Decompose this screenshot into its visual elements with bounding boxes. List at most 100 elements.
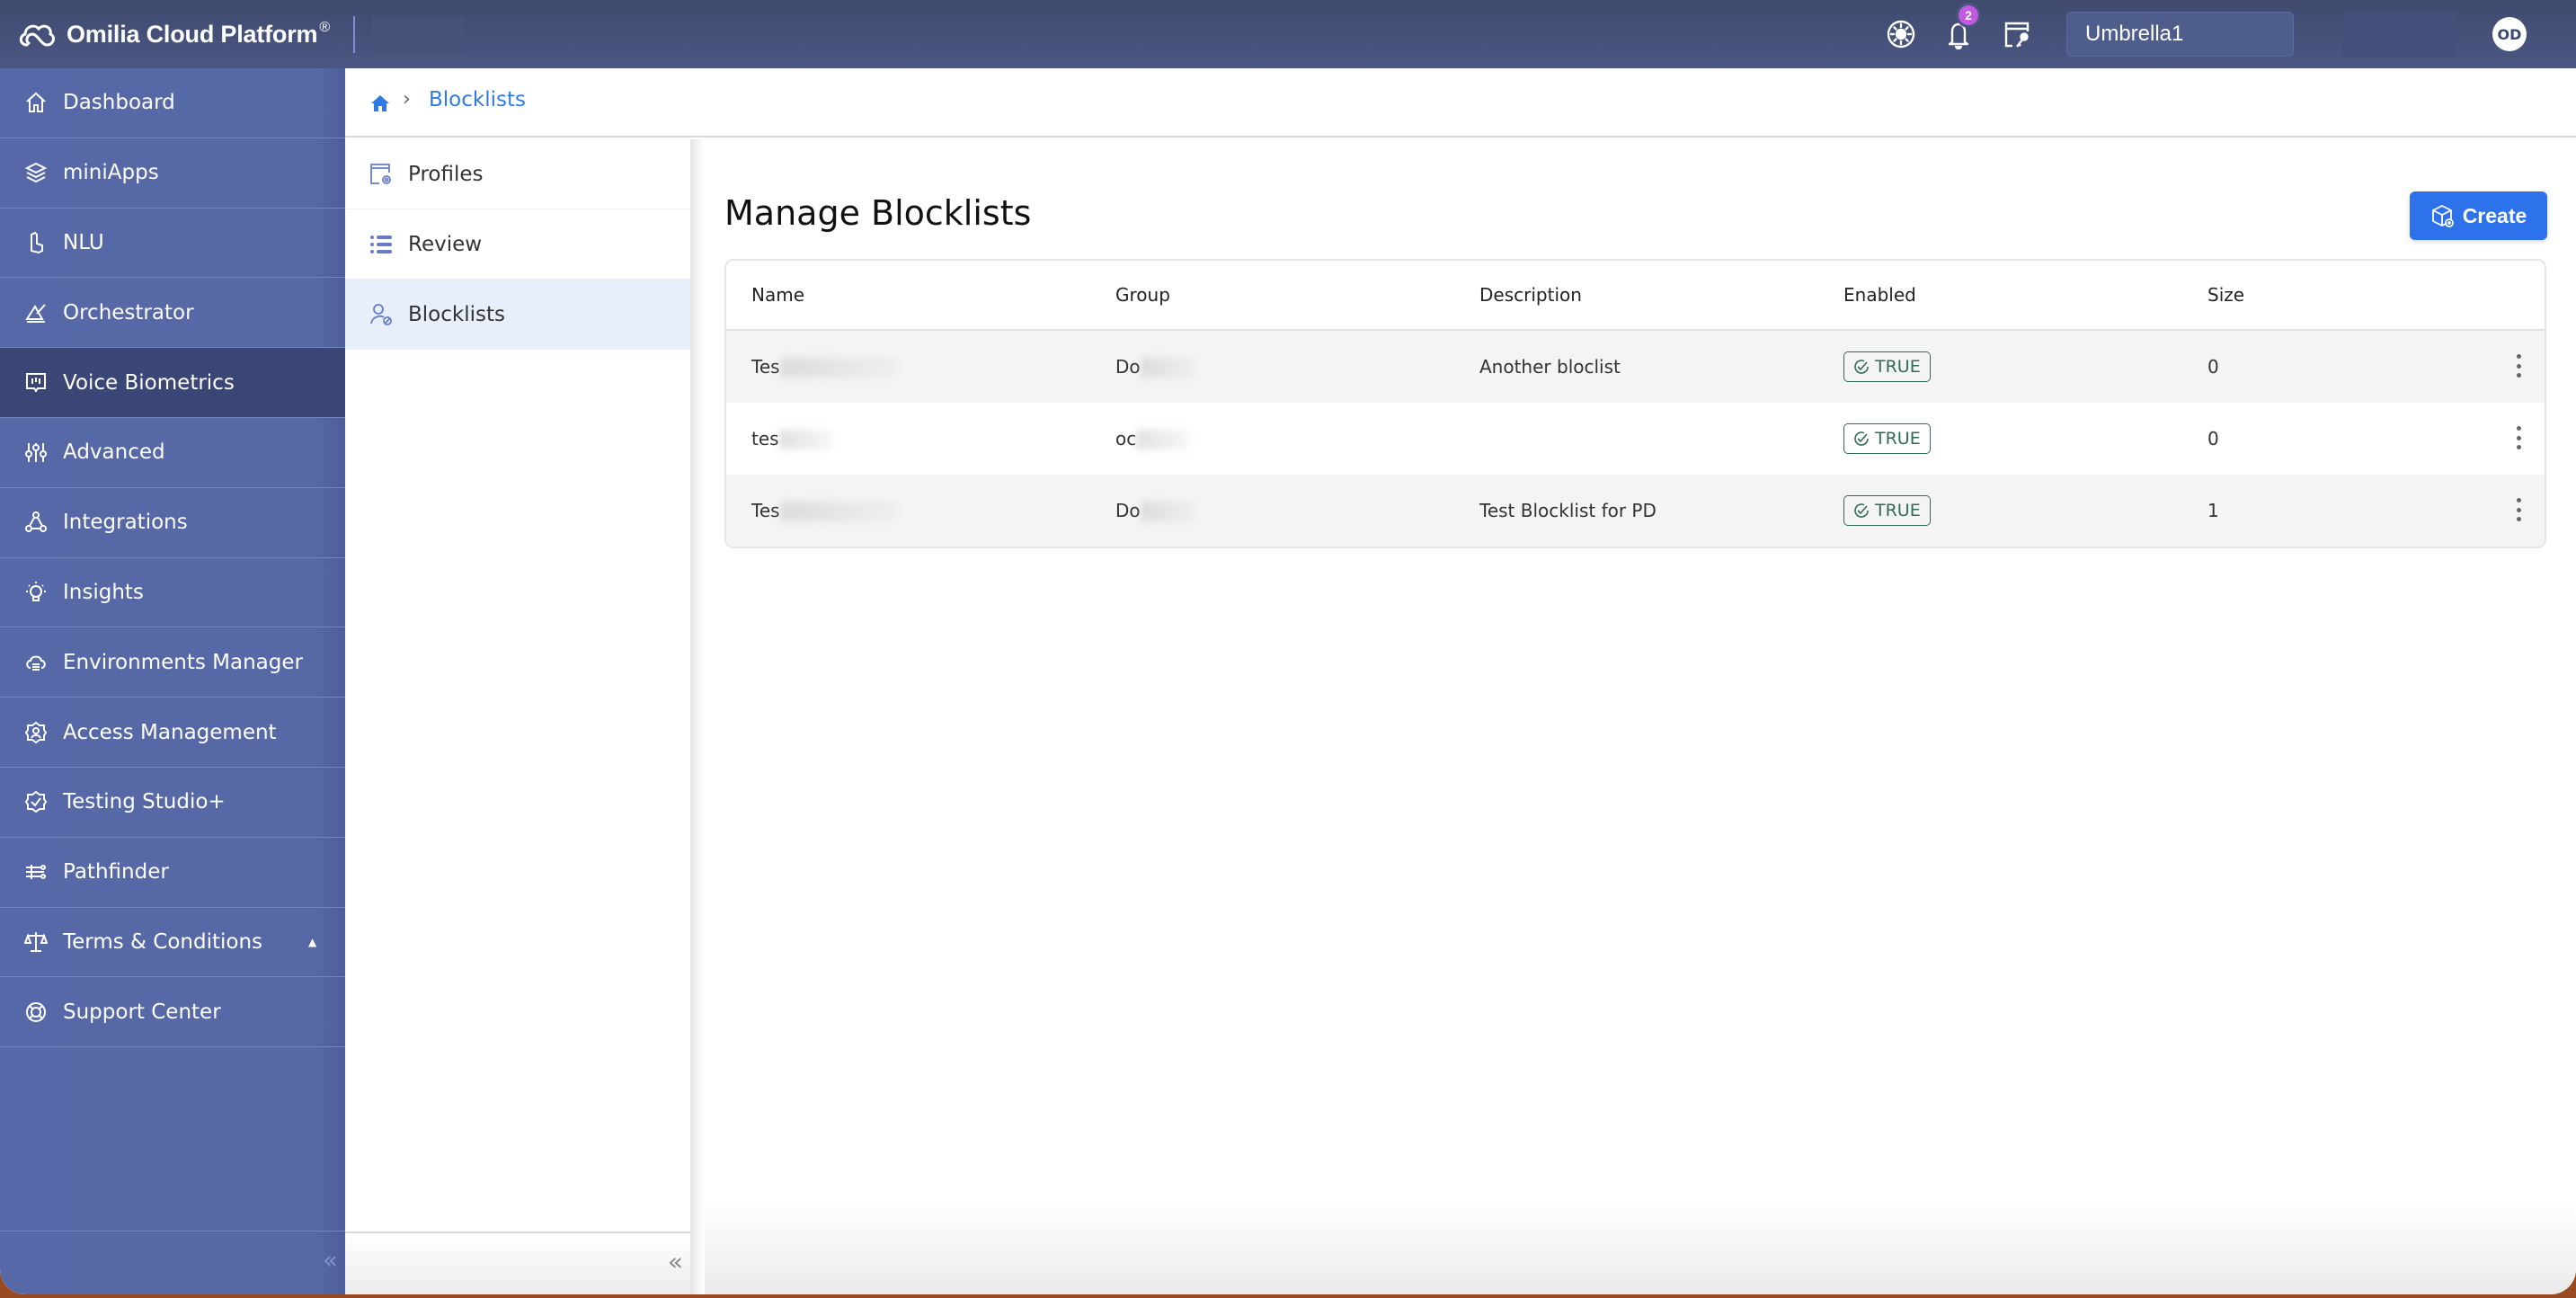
collapse-subnav-icon[interactable]: « xyxy=(668,1247,683,1276)
sidebar-item-label: miniApps xyxy=(63,161,159,185)
redacted-text xyxy=(1140,502,1195,522)
sidebar-item-label: Access Management xyxy=(63,720,277,744)
column-header-size[interactable]: Size xyxy=(2207,284,2244,306)
sidebar: Dashboard miniApps NLU Orchestrator Voic… xyxy=(0,68,345,1294)
create-button[interactable]: Create xyxy=(2410,191,2547,240)
sidebar-item-label: Pathfinder xyxy=(63,860,169,885)
table-row[interactable]: Tes Do Test Blocklist for PD TRUE 1 xyxy=(726,475,2545,547)
row-actions-menu-icon[interactable] xyxy=(2509,422,2527,453)
license-button[interactable] xyxy=(2001,18,2033,50)
page-title: Manage Blocklists xyxy=(724,193,1032,233)
sidebar-item-access-management[interactable]: Access Management xyxy=(0,698,345,768)
notifications-button[interactable]: 2 xyxy=(1942,5,1978,50)
row-actions-menu-icon[interactable] xyxy=(2509,351,2527,381)
home-icon xyxy=(24,91,48,114)
cell-description: Test Blocklist for PD xyxy=(1479,500,1657,521)
sidebar-item-advanced[interactable]: Advanced xyxy=(0,418,345,488)
table-row[interactable]: tes oc TRUE 0 xyxy=(726,403,2545,475)
user-block-icon xyxy=(370,303,392,325)
cell-name: tes xyxy=(751,428,833,450)
column-header-enabled[interactable]: Enabled xyxy=(1843,284,1916,306)
cell-size: 1 xyxy=(2207,500,2219,521)
cell-name: Tes xyxy=(751,500,897,522)
sidebar-footer: « xyxy=(0,1231,345,1294)
theme-toggle-button[interactable] xyxy=(1885,18,1917,50)
breadcrumb-current[interactable]: Blocklists xyxy=(429,88,526,111)
app-title: Omilia Cloud Platform ® xyxy=(67,20,330,48)
cell-group: Do xyxy=(1115,356,1195,378)
sidebar-item-nlu[interactable]: NLU xyxy=(0,209,345,279)
home-icon[interactable] xyxy=(370,93,390,113)
integrations-icon xyxy=(24,511,48,534)
sidebar-item-label: Environments Manager xyxy=(63,650,303,674)
panel-divider xyxy=(690,139,705,1294)
sidebar-item-dashboard[interactable]: Dashboard xyxy=(0,68,345,138)
enabled-badge: TRUE xyxy=(1843,423,1931,454)
voice-biometrics-subnav: Profiles Review Blocklists « xyxy=(345,139,690,1294)
redacted-area xyxy=(372,16,465,54)
sidebar-item-testing-studio[interactable]: Testing Studio+ xyxy=(0,768,345,838)
collapse-sidebar-icon[interactable]: « xyxy=(323,1245,338,1275)
user-gear-icon xyxy=(24,721,48,744)
subnav-item-review[interactable]: Review xyxy=(345,209,690,280)
sidebar-item-label: Testing Studio+ xyxy=(63,790,226,814)
license-key-icon xyxy=(2004,22,2030,48)
sidebar-item-label: Advanced xyxy=(63,440,165,465)
check-circle-icon xyxy=(1854,431,1869,446)
subnav-item-label: Blocklists xyxy=(408,302,505,326)
column-header-name[interactable]: Name xyxy=(751,284,804,306)
caret-up-icon[interactable]: ▲ xyxy=(308,936,316,948)
sidebar-item-voice-biometrics[interactable]: Voice Biometrics xyxy=(0,348,345,418)
sidebar-item-label: Support Center xyxy=(63,1000,221,1024)
sidebar-item-terms-conditions[interactable]: Terms & Conditions ▲ xyxy=(0,908,345,978)
cell-group: Do xyxy=(1115,500,1195,522)
sidebar-item-integrations[interactable]: Integrations xyxy=(0,488,345,558)
redacted-text xyxy=(779,502,897,522)
profiles-icon xyxy=(370,163,391,184)
row-actions-menu-icon[interactable] xyxy=(2509,494,2527,525)
subnav-footer: « xyxy=(345,1231,690,1294)
user-avatar[interactable]: OD xyxy=(2492,17,2527,51)
layers-icon xyxy=(24,161,48,184)
table-row[interactable]: Tes Do Another bloclist TRUE 0 xyxy=(726,331,2545,403)
subnav-item-profiles[interactable]: Profiles xyxy=(345,139,690,209)
voice-biometrics-icon xyxy=(24,371,48,395)
cloud-logo-icon xyxy=(19,24,55,47)
column-header-description[interactable]: Description xyxy=(1479,284,1582,306)
table-header: Name Group Description Enabled Size xyxy=(726,261,2545,331)
create-button-label: Create xyxy=(2462,203,2527,227)
sidebar-item-environments-manager[interactable]: Environments Manager xyxy=(0,627,345,698)
top-bar: Omilia Cloud Platform ® 2 Umbrella1 OD xyxy=(0,0,2576,68)
enabled-badge: TRUE xyxy=(1843,495,1931,526)
sidebar-item-miniapps[interactable]: miniApps xyxy=(0,138,345,209)
column-header-group[interactable]: Group xyxy=(1115,284,1170,306)
app-window: Omilia Cloud Platform ® 2 Umbrella1 OD D… xyxy=(0,0,2576,1294)
sidebar-item-insights[interactable]: Insights xyxy=(0,558,345,628)
theme-icon xyxy=(1887,20,1915,49)
pathfinder-icon xyxy=(24,860,48,884)
tenant-selector[interactable]: Umbrella1 xyxy=(2066,12,2294,57)
sidebar-item-label: Integrations xyxy=(63,511,188,535)
sliders-icon xyxy=(24,440,48,464)
logo[interactable]: Omilia Cloud Platform ® xyxy=(16,16,330,52)
enabled-badge: TRUE xyxy=(1843,351,1931,382)
breadcrumb-separator: › xyxy=(403,88,411,111)
sidebar-item-orchestrator[interactable]: Orchestrator xyxy=(0,278,345,349)
blocklists-table: Name Group Description Enabled Size Tes … xyxy=(724,259,2546,548)
check-circle-icon xyxy=(1854,503,1869,518)
lightbulb-icon xyxy=(24,581,48,604)
redacted-text xyxy=(778,430,833,450)
redacted-text xyxy=(1140,358,1195,378)
badge-check-icon xyxy=(24,790,48,813)
cell-description: Another bloclist xyxy=(1479,356,1621,378)
sidebar-item-pathfinder[interactable]: Pathfinder xyxy=(0,838,345,908)
subnav-item-blocklists[interactable]: Blocklists xyxy=(345,280,690,350)
redacted-text xyxy=(1136,430,1191,450)
orchestrator-icon xyxy=(24,301,48,324)
sidebar-item-support-center[interactable]: Support Center xyxy=(0,977,345,1048)
cell-group: oc xyxy=(1115,428,1191,450)
redacted-area xyxy=(2342,12,2456,57)
redacted-text xyxy=(779,358,897,378)
notification-badge: 2 xyxy=(1959,5,1978,25)
topbar-divider xyxy=(353,16,355,53)
